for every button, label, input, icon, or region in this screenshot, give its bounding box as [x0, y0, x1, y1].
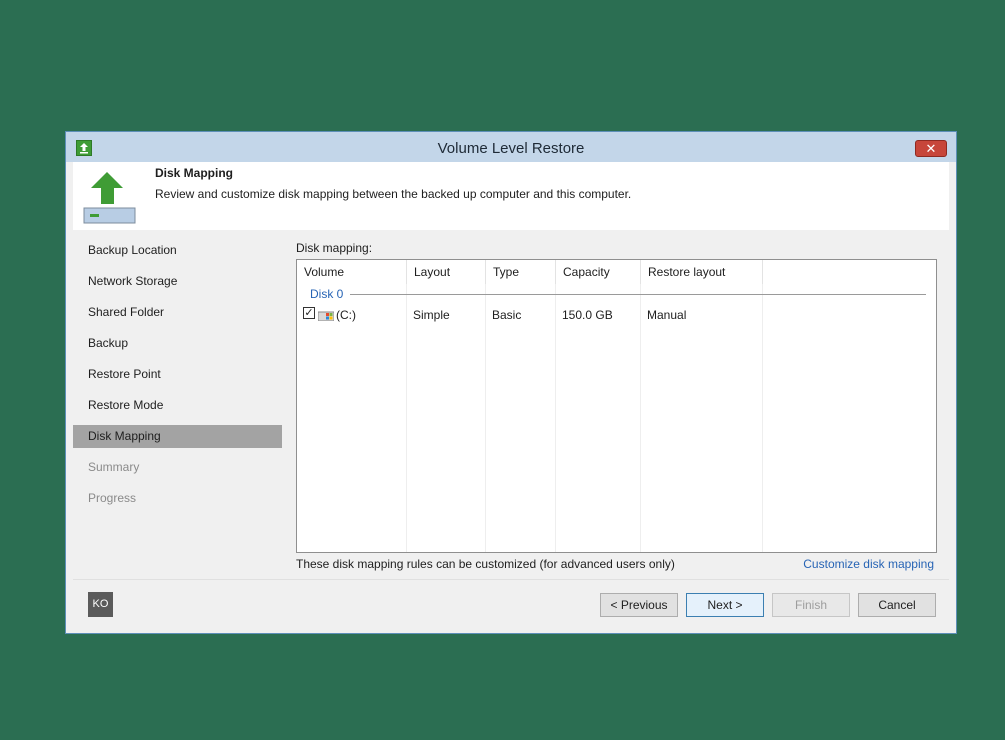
upload-restore-icon — [83, 168, 137, 224]
finish-button: Finish — [772, 593, 850, 617]
column-header-restore-layout[interactable]: Restore layout — [641, 260, 763, 284]
restore-layout-cell: Manual — [647, 308, 687, 322]
step-description: Review and customize disk mapping betwee… — [155, 187, 632, 201]
customize-disk-mapping-link[interactable]: Customize disk mapping — [803, 557, 934, 571]
column-divider — [485, 284, 486, 552]
disk-mapping-panel: Disk mapping: Volume Layout Type Capacit… — [283, 231, 949, 579]
user-avatar[interactable]: KO — [88, 592, 113, 617]
volume-cell[interactable]: (C:) — [336, 308, 356, 322]
close-button[interactable]: ✕ — [915, 140, 947, 157]
column-header-capacity[interactable]: Capacity — [556, 260, 641, 284]
column-header-type[interactable]: Type — [486, 260, 556, 284]
cancel-button[interactable]: Cancel — [858, 593, 936, 617]
sidebar-item-backup[interactable]: Backup — [73, 332, 282, 355]
window-title: Volume Level Restore — [437, 140, 585, 157]
sidebar-item-progress: Progress — [88, 491, 137, 505]
sidebar-item-network-storage[interactable]: Network Storage — [73, 270, 282, 293]
column-divider — [406, 284, 407, 552]
capacity-cell: 150.0 GB — [562, 308, 613, 322]
wizard-steps-sidebar: Backup Location Network Storage Shared F… — [73, 231, 282, 579]
wizard-header: Disk Mapping Review and customize disk m… — [73, 162, 949, 230]
column-divider — [762, 284, 763, 552]
next-button[interactable]: Next > — [686, 593, 764, 617]
previous-button[interactable]: < Previous — [600, 593, 678, 617]
group-divider — [350, 294, 926, 295]
column-divider — [555, 284, 556, 552]
type-cell: Basic — [492, 308, 522, 322]
sidebar-item-shared-folder[interactable]: Shared Folder — [73, 301, 282, 324]
disk-mapping-label: Disk mapping: — [296, 241, 373, 255]
layout-cell: Simple — [413, 308, 450, 322]
column-header-layout[interactable]: Layout — [407, 260, 486, 284]
disk-mapping-table[interactable]: Volume Layout Type Capacity Restore layo… — [296, 259, 937, 553]
column-divider — [640, 284, 641, 552]
sidebar-item-restore-mode[interactable]: Restore Mode — [73, 394, 282, 417]
step-title: Disk Mapping — [155, 166, 234, 180]
disk-group-label: Disk 0 — [310, 287, 344, 301]
sidebar-item-backup-location[interactable]: Backup Location — [73, 239, 282, 262]
sidebar-item-summary: Summary — [88, 460, 140, 474]
title-bar[interactable]: Volume Level Restore ✕ — [66, 132, 956, 162]
windows-drive-icon — [317, 309, 335, 324]
sidebar-item-disk-mapping[interactable]: Disk Mapping — [73, 425, 282, 448]
volume-level-restore-dialog: Volume Level Restore ✕ Disk Mapping Revi… — [65, 131, 957, 634]
volume-checkbox[interactable]: ✓ — [303, 307, 315, 319]
wizard-footer: KO < Previous Next > Finish Cancel — [73, 579, 949, 628]
column-header-volume[interactable]: Volume — [297, 260, 407, 284]
customization-note: These disk mapping rules can be customiz… — [296, 557, 675, 571]
sidebar-item-restore-point[interactable]: Restore Point — [73, 363, 282, 386]
